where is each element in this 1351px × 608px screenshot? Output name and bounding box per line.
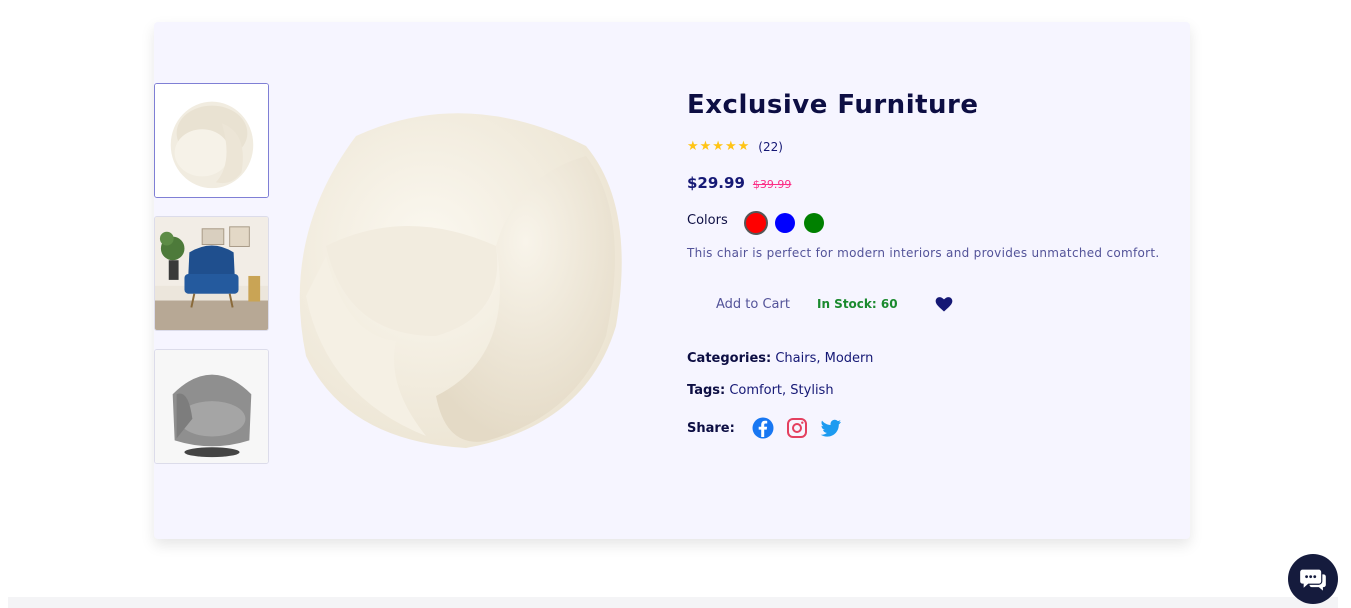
stock-status: In Stock: 60 — [816, 297, 898, 311]
old-price: $39.99 — [752, 178, 792, 191]
categories-label: Categories: — [687, 351, 772, 366]
facebook-icon[interactable] — [751, 416, 775, 440]
thumbnail-blue-chair[interactable] — [154, 216, 269, 331]
grey-chair-image — [155, 350, 268, 463]
categories-value[interactable]: Chairs, Modern — [775, 351, 873, 366]
twitter-icon[interactable] — [819, 416, 843, 440]
instagram-icon[interactable] — [785, 416, 809, 440]
price-block: $29.99 $39.99 — [687, 174, 791, 192]
share-row: Share: — [687, 416, 853, 440]
heart-icon[interactable] — [934, 294, 954, 314]
color-swatch-blue[interactable] — [774, 213, 795, 233]
rating-stars: ★★★★★ — [687, 139, 751, 154]
color-swatch-green[interactable] — [803, 213, 824, 233]
next-section-strip — [8, 597, 1338, 608]
white-chair-image — [155, 84, 268, 197]
chat-icon — [1300, 569, 1326, 591]
main-product-image — [286, 96, 631, 456]
thumbnail-white-chair[interactable] — [154, 83, 269, 198]
blue-chair-image — [155, 217, 268, 330]
rating: ★★★★★ (22) — [687, 139, 783, 154]
color-swatch-red[interactable] — [743, 211, 768, 235]
share-label: Share: — [687, 420, 735, 436]
add-to-cart-button[interactable]: Add to Cart — [716, 297, 790, 312]
product-actions: Add to Cart In Stock: 60 — [687, 294, 954, 314]
categories-row: Categories: Chairs, Modern — [687, 351, 873, 366]
tags-row: Tags: Comfort, Stylish — [687, 383, 834, 398]
color-selector: Colors — [687, 211, 833, 235]
product-description: This chair is perfect for modern interio… — [687, 246, 1160, 260]
product-title: Exclusive Furniture — [687, 90, 979, 120]
tags-value[interactable]: Comfort, Stylish — [729, 383, 833, 398]
chat-button[interactable] — [1288, 554, 1338, 604]
thumbnail-grey-chair[interactable] — [154, 349, 269, 464]
current-price: $29.99 — [687, 174, 745, 192]
tags-label: Tags: — [687, 383, 726, 398]
review-count[interactable]: (22) — [758, 140, 783, 154]
colors-label: Colors — [687, 212, 728, 228]
